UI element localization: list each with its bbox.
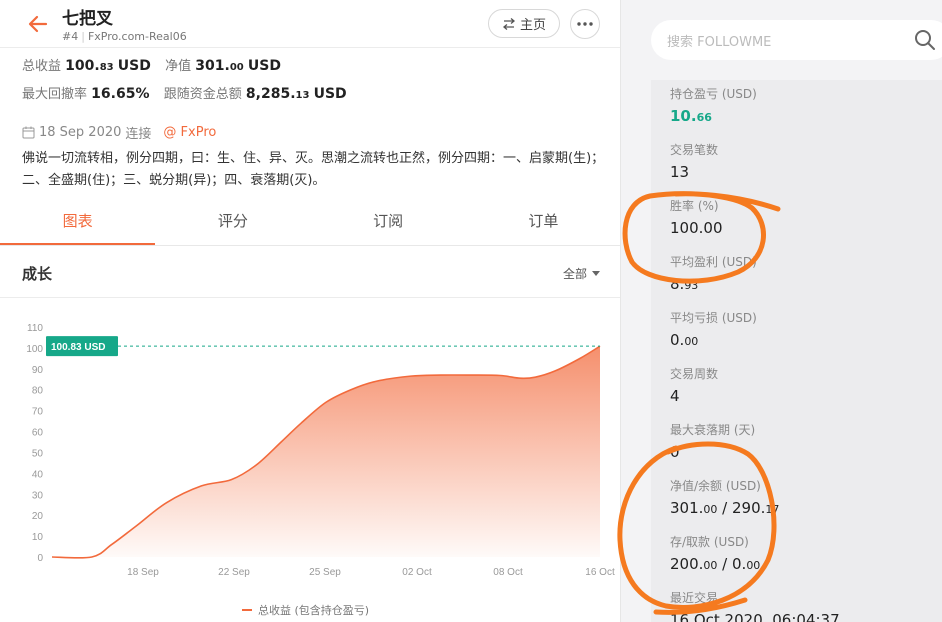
trader-header: 七把叉 #4 | FxPro.com-Real06 主页 bbox=[0, 0, 620, 48]
y-tick-label: 80 bbox=[32, 386, 44, 397]
chart-legend[interactable]: 总收益 (包含持仓盈亏) bbox=[242, 602, 369, 618]
trader-rank: #4 bbox=[62, 30, 79, 43]
y-tick-label: 90 bbox=[32, 365, 44, 376]
x-tick-label: 25 Sep bbox=[309, 567, 341, 578]
search-icon[interactable] bbox=[913, 28, 937, 52]
metric-value: 0 bbox=[670, 443, 680, 461]
home-button-label: 主页 bbox=[519, 18, 546, 33]
metric-value: 16 Oct 2020, 06:04:37 bbox=[670, 611, 840, 622]
follow-funds-label: 跟随资金总额 bbox=[163, 87, 242, 102]
y-tick-label: 10 bbox=[32, 532, 44, 543]
total-profit-unit: USD bbox=[117, 58, 151, 74]
total-profit-label: 总收益 bbox=[22, 59, 62, 74]
connect-info: 18 Sep 2020 连接 @ FxPro bbox=[22, 123, 216, 142]
trader-detail-panel: 七把叉 #4 | FxPro.com-Real06 主页 总收益 100.83 US… bbox=[0, 0, 621, 622]
tab-chart[interactable]: 图表 bbox=[0, 198, 156, 245]
metric-max-decline-days: 最大衰落期 (天) 0 bbox=[670, 421, 755, 461]
tab-subscribe[interactable]: 订阅 bbox=[311, 198, 466, 245]
metric-value: 4 bbox=[670, 387, 680, 405]
home-button[interactable]: 主页 bbox=[488, 9, 560, 38]
metric-win-rate: 胜率 (%) 100.00 bbox=[670, 197, 723, 237]
more-dots-icon bbox=[577, 22, 593, 26]
metric-last-trade: 最近交易 16 Oct 2020, 06:04:37 bbox=[670, 589, 840, 622]
x-tick-label: 08 Oct bbox=[493, 567, 523, 578]
growth-chart: 0 10 20 30 40 50 60 70 80 90 100 110 18 Sep 22 Sep 25… bbox=[26, 323, 615, 578]
stats-sidebar: 搜索 FOLLOWME 持仓盈亏 (USD) 10.66 交易笔数 13 胜率 … bbox=[621, 0, 942, 622]
connect-verb: 连接 bbox=[125, 127, 152, 142]
follow-funds-value: 8,285.13 bbox=[245, 86, 310, 102]
y-tick-label: 0 bbox=[37, 553, 43, 564]
follow-funds-unit: USD bbox=[313, 86, 347, 102]
metric-value: 200.00 / 0.00 bbox=[670, 555, 761, 573]
metric-label: 平均亏损 (USD) bbox=[670, 311, 757, 325]
y-tick-label: 40 bbox=[32, 469, 44, 480]
y-tick-label: 100 bbox=[26, 344, 43, 355]
x-tick-label: 16 Oct bbox=[585, 567, 615, 578]
y-tick-label: 50 bbox=[32, 448, 44, 459]
metric-label: 胜率 (%) bbox=[670, 199, 719, 213]
back-arrow-icon[interactable] bbox=[26, 12, 50, 36]
trader-description: 佛说一切流转相，例分四期，曰：生、住、异、灭。思潮之流转也正然，例分四期：一、启… bbox=[22, 151, 605, 188]
metric-trade-count: 交易笔数 13 bbox=[670, 141, 718, 181]
tab-orders[interactable]: 订单 bbox=[466, 198, 620, 245]
metric-label: 交易笔数 bbox=[670, 143, 719, 157]
legend-label: 总收益 (包含持仓盈亏) bbox=[258, 604, 370, 617]
metric-value: 100.00 bbox=[670, 219, 723, 237]
metric-value: 0.00 bbox=[670, 331, 699, 349]
calendar-icon bbox=[22, 126, 35, 139]
metric-label: 最大衰落期 (天) bbox=[670, 423, 756, 437]
metric-avg-profit: 平均盈利 (USD) 8.93 bbox=[670, 253, 757, 293]
metric-trade-weeks: 交易周数 4 bbox=[670, 365, 718, 405]
metric-value: 13 bbox=[670, 163, 690, 181]
equity-value: 301.00 bbox=[195, 58, 244, 74]
equity-label: 净值 bbox=[165, 59, 192, 74]
detail-tabs: 图表 评分 订阅 订单 bbox=[0, 198, 620, 246]
metric-deposit-withdraw: 存/取款 (USD) 200.00 / 0.00 bbox=[670, 533, 760, 573]
metric-label: 平均盈利 (USD) bbox=[670, 255, 757, 269]
growth-title: 成长 bbox=[22, 265, 53, 283]
range-select-label: 全部 bbox=[563, 267, 588, 281]
equity-unit: USD bbox=[247, 58, 281, 74]
y-tick-label: 30 bbox=[32, 490, 44, 501]
divider bbox=[0, 297, 620, 298]
total-profit-value: 100.83 bbox=[65, 58, 114, 74]
metric-label: 存/取款 (USD) bbox=[670, 535, 749, 549]
y-tick-label: 60 bbox=[32, 428, 44, 439]
legend-swatch bbox=[242, 609, 252, 611]
y-tick-label: 20 bbox=[32, 511, 44, 522]
metric-equity-balance: 净值/余额 (USD) 301.00 / 290.17 bbox=[670, 477, 779, 517]
tab-rating[interactable]: 评分 bbox=[155, 198, 310, 245]
y-tick-label: 110 bbox=[27, 323, 43, 334]
metric-value: 301.00 / 290.17 bbox=[670, 499, 780, 517]
trader-name: 七把叉 bbox=[62, 9, 113, 29]
search-input[interactable]: 搜索 FOLLOWME bbox=[667, 31, 771, 50]
more-button[interactable] bbox=[570, 9, 600, 39]
stats-row-drawdown: 最大回撤率 16.65% 跟随资金总额 8,285.13 USD bbox=[22, 83, 347, 102]
swap-icon bbox=[502, 17, 515, 30]
connect-date: 18 Sep 2020 bbox=[39, 125, 122, 140]
current-value-label: 100.83 USD bbox=[51, 342, 105, 353]
broker-link[interactable]: @ FxPro bbox=[163, 125, 216, 140]
range-select[interactable]: 全部 bbox=[563, 265, 601, 282]
x-tick-label: 22 Sep bbox=[218, 567, 250, 578]
stats-row-profit: 总收益 100.83 USD 净值 301.00 USD bbox=[22, 55, 281, 74]
metrics-panel: 持仓盈亏 (USD) 10.66 交易笔数 13 胜率 (%) 100.00 平… bbox=[651, 80, 942, 622]
search-bar[interactable]: 搜索 FOLLOWME bbox=[651, 20, 942, 60]
trader-rank-account: #4 | FxPro.com-Real06 bbox=[62, 30, 187, 43]
metric-label: 最近交易 bbox=[670, 591, 719, 605]
max-drawdown-value: 16.65% bbox=[91, 86, 150, 102]
metric-value: 10.66 bbox=[670, 107, 712, 125]
max-drawdown-label: 最大回撤率 bbox=[22, 87, 88, 102]
x-tick-label: 02 Oct bbox=[402, 567, 432, 578]
metric-floating-pl: 持仓盈亏 (USD) 10.66 bbox=[670, 85, 757, 125]
y-tick-label: 70 bbox=[32, 407, 44, 418]
metric-label: 持仓盈亏 (USD) bbox=[670, 87, 757, 101]
x-tick-label: 18 Sep bbox=[127, 567, 159, 578]
metric-value: 8.93 bbox=[670, 275, 699, 293]
metric-label: 交易周数 bbox=[670, 367, 719, 381]
metric-label: 净值/余额 (USD) bbox=[670, 479, 761, 493]
caret-down-icon bbox=[592, 271, 601, 276]
metric-avg-loss: 平均亏损 (USD) 0.00 bbox=[670, 309, 757, 349]
trader-account: FxPro.com-Real06 bbox=[87, 30, 187, 43]
